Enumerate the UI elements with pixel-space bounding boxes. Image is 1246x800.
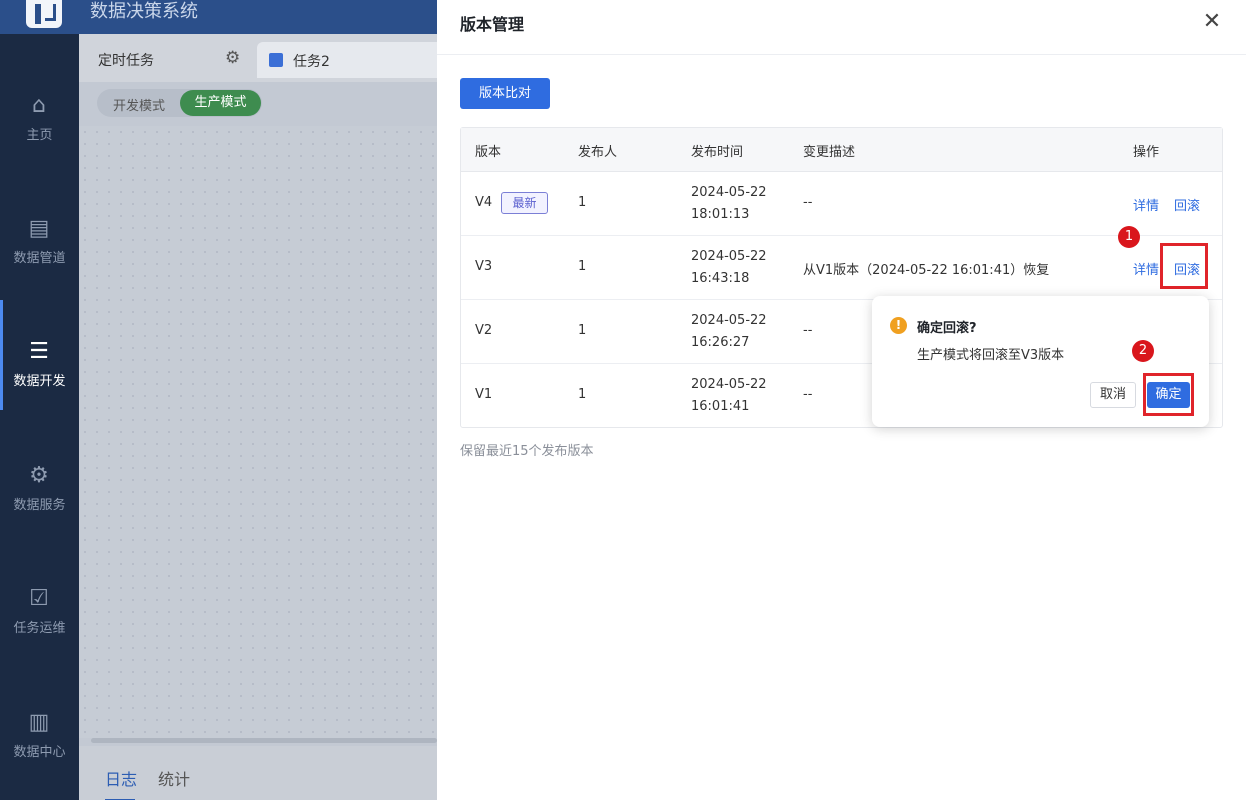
service-icon: ⚙ bbox=[29, 463, 49, 488]
description-cell: -- bbox=[803, 195, 813, 210]
description-cell: -- bbox=[803, 387, 813, 402]
publish-date: 2024-05-22 bbox=[691, 185, 767, 200]
tab-bar: 定时任务 ⚙ 任务2 bbox=[79, 34, 437, 82]
tab-task2-label: 任务2 bbox=[293, 54, 330, 70]
warning-icon: ! bbox=[890, 317, 907, 334]
gear-icon[interactable]: ⚙ bbox=[225, 49, 243, 67]
main-panel: 定时任务 ⚙ 任务2 开发模式 生产模式 日志 统计 bbox=[79, 34, 437, 800]
detail-link[interactable]: 详情 bbox=[1133, 195, 1159, 214]
bottom-tabs: 日志 统计 bbox=[79, 746, 437, 800]
dev-icon: ☰ bbox=[29, 339, 49, 364]
sidebar-item-label: 数据服务 bbox=[13, 498, 66, 513]
column-header-publish-time: 发布时间 bbox=[691, 145, 744, 160]
publish-time-cell: 2024-05-22 16:26:27 bbox=[691, 310, 767, 354]
mode-prod-option[interactable]: 生产模式 bbox=[180, 90, 261, 116]
popover-title: 确定回滚? bbox=[917, 321, 977, 336]
tab-scheduled-tasks[interactable]: 定时任务 bbox=[98, 50, 154, 70]
app-logo bbox=[26, 0, 62, 28]
version-compare-button[interactable]: 版本比对 bbox=[460, 78, 550, 109]
tab-task2[interactable]: 任务2 bbox=[257, 42, 437, 78]
publish-date: 2024-05-22 bbox=[691, 313, 767, 328]
sidebar-item-task-ops[interactable]: ☑ 任务运维 bbox=[0, 547, 79, 657]
step-marker-2: 2 bbox=[1132, 340, 1154, 362]
sidebar-item-label: 数据开发 bbox=[13, 374, 66, 389]
sidebar: ⌂ 主页 ▤ 数据管道 ☰ 数据开发 ⚙ 数据服务 ☑ 任务运维 ▥ 数据中心 bbox=[0, 34, 79, 800]
mode-switch: 开发模式 生产模式 bbox=[97, 89, 262, 117]
workflow-canvas bbox=[79, 126, 437, 738]
publish-time-cell: 2024-05-22 16:43:18 bbox=[691, 246, 767, 290]
table-row: V3 1 2024-05-22 16:43:18 从V1版本（2024-05-22… bbox=[461, 236, 1222, 300]
cancel-button[interactable]: 取消 bbox=[1090, 382, 1136, 408]
close-icon[interactable]: ✕ bbox=[1200, 10, 1224, 34]
sidebar-item-data-service[interactable]: ⚙ 数据服务 bbox=[0, 424, 79, 534]
step-marker-1: 1 bbox=[1118, 226, 1140, 248]
calendar-icon bbox=[269, 53, 283, 67]
publish-clock: 16:01:41 bbox=[691, 399, 750, 414]
publish-time-cell: 2024-05-22 18:01:13 bbox=[691, 182, 767, 226]
sidebar-item-home[interactable]: ⌂ 主页 bbox=[0, 54, 79, 164]
highlight-box-confirm bbox=[1143, 373, 1194, 416]
rollback-link[interactable]: 回滚 bbox=[1174, 195, 1200, 214]
version-management-drawer: 版本管理 ✕ 版本比对 版本 发布人 发布时间 变更描述 操作 V4 最新 1 … bbox=[437, 0, 1246, 800]
column-header-publisher: 发布人 bbox=[578, 145, 618, 160]
publish-date: 2024-05-22 bbox=[691, 377, 767, 392]
sidebar-item-label: 数据中心 bbox=[13, 745, 66, 760]
description-cell: 从V1版本（2024-05-22 16:01:41）恢复 bbox=[803, 263, 1050, 278]
publish-clock: 16:26:27 bbox=[691, 335, 750, 350]
column-header-actions: 操作 bbox=[1133, 145, 1160, 160]
retention-note: 保留最近15个发布版本 bbox=[460, 444, 594, 459]
publish-clock: 18:01:13 bbox=[691, 207, 750, 222]
tab-statistics[interactable]: 统计 bbox=[158, 766, 190, 790]
version-cell: V2 bbox=[475, 323, 493, 338]
latest-badge: 最新 bbox=[501, 192, 548, 214]
sidebar-item-label: 任务运维 bbox=[13, 621, 66, 636]
sidebar-item-data-dev[interactable]: ☰ 数据开发 bbox=[0, 300, 79, 410]
horizontal-scrollbar[interactable] bbox=[91, 738, 437, 743]
table-row: V4 最新 1 2024-05-22 18:01:13 -- 详情 回滚 bbox=[461, 172, 1222, 236]
home-icon: ⌂ bbox=[32, 93, 46, 118]
column-header-description: 变更描述 bbox=[803, 145, 856, 160]
center-icon: ▥ bbox=[28, 710, 50, 735]
pipeline-icon: ▤ bbox=[28, 216, 50, 241]
publish-clock: 16:43:18 bbox=[691, 271, 750, 286]
drawer-header: 版本管理 ✕ bbox=[437, 0, 1246, 55]
ops-icon: ☑ bbox=[29, 586, 49, 611]
app-title: 数据决策系统 bbox=[90, 1, 198, 22]
tab-log[interactable]: 日志 bbox=[105, 766, 137, 800]
sidebar-item-data-center[interactable]: ▥ 数据中心 bbox=[0, 671, 79, 781]
publisher-cell: 1 bbox=[578, 195, 587, 210]
drawer-title: 版本管理 bbox=[460, 15, 525, 34]
column-header-version: 版本 bbox=[475, 145, 502, 160]
detail-link[interactable]: 详情 bbox=[1133, 259, 1159, 278]
highlight-box-rollback bbox=[1160, 243, 1208, 289]
version-cell: V1 bbox=[475, 387, 493, 402]
popover-message: 生产模式将回滚至V3版本 bbox=[917, 348, 1065, 363]
publisher-cell: 1 bbox=[578, 323, 587, 338]
sidebar-item-data-pipeline[interactable]: ▤ 数据管道 bbox=[0, 177, 79, 287]
publisher-cell: 1 bbox=[578, 259, 587, 274]
mode-dev-option[interactable]: 开发模式 bbox=[113, 95, 165, 114]
sidebar-item-label: 主页 bbox=[26, 128, 53, 143]
publish-date: 2024-05-22 bbox=[691, 249, 767, 264]
sidebar-item-label: 数据管道 bbox=[13, 251, 66, 266]
publisher-cell: 1 bbox=[578, 387, 587, 402]
version-cell: V4 bbox=[475, 195, 493, 210]
description-cell: -- bbox=[803, 323, 813, 338]
table-header: 版本 发布人 发布时间 变更描述 操作 bbox=[461, 128, 1222, 172]
publish-time-cell: 2024-05-22 16:01:41 bbox=[691, 374, 767, 418]
version-cell: V3 bbox=[475, 259, 493, 274]
